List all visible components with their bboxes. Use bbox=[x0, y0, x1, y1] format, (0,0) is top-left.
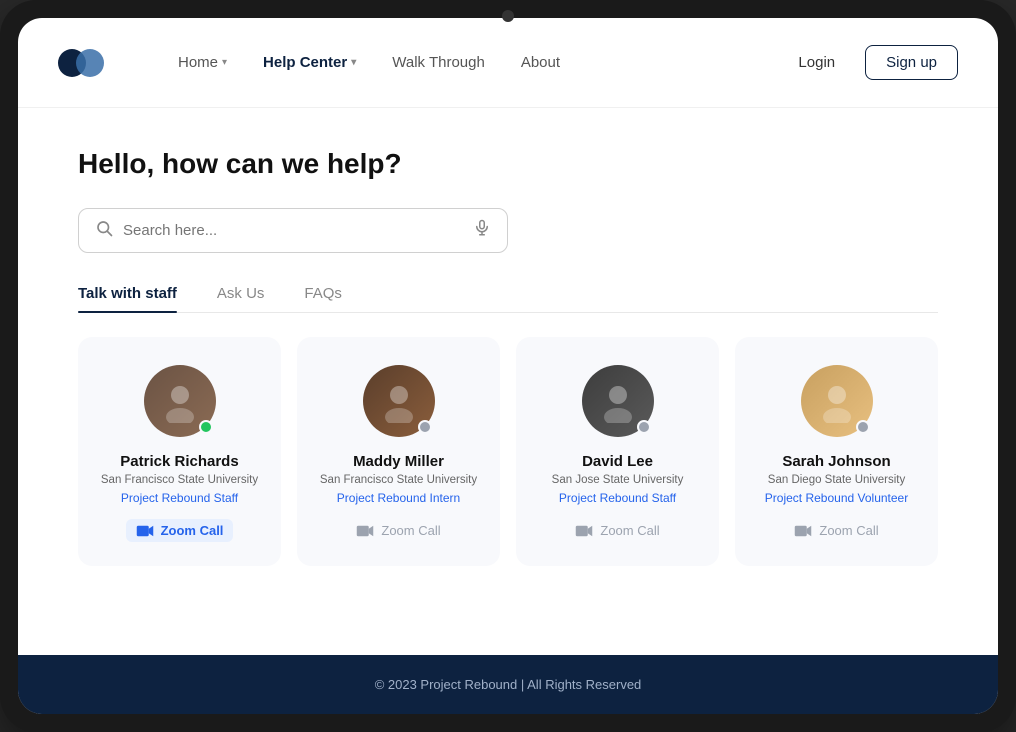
status-indicator bbox=[199, 420, 213, 434]
footer: © 2023 Project Rebound | All Rights Rese… bbox=[18, 655, 998, 714]
main-content: Hello, how can we help? bbox=[18, 108, 998, 655]
search-bar bbox=[78, 208, 508, 253]
staff-card-patrick: Patrick Richards San Francisco State Uni… bbox=[78, 337, 281, 566]
navbar: Home ▾ Help Center ▾ Walk Through About … bbox=[18, 18, 998, 108]
search-input[interactable] bbox=[123, 222, 473, 239]
nav-help-center-label: Help Center bbox=[263, 54, 347, 71]
staff-name: Patrick Richards bbox=[120, 453, 238, 470]
avatar-wrap bbox=[363, 365, 435, 437]
nav-about[interactable]: About bbox=[507, 46, 574, 79]
staff-card-david: David Lee San Jose State University Proj… bbox=[516, 337, 719, 566]
nav-actions: Login Sign up bbox=[780, 45, 958, 80]
avatar-wrap bbox=[144, 365, 216, 437]
staff-university: San Diego State University bbox=[768, 474, 905, 486]
tab-talk-with-staff[interactable]: Talk with staff bbox=[78, 285, 177, 312]
chevron-down-icon: ▾ bbox=[222, 57, 227, 68]
zoom-call-label: Zoom Call bbox=[819, 523, 878, 538]
staff-role: Project Rebound Staff bbox=[559, 491, 676, 505]
video-camera-icon bbox=[575, 524, 593, 538]
nav-links: Home ▾ Help Center ▾ Walk Through About bbox=[164, 46, 780, 79]
staff-card-sarah: Sarah Johnson San Diego State University… bbox=[735, 337, 938, 566]
logo-icon bbox=[58, 40, 104, 86]
staff-name: Sarah Johnson bbox=[782, 453, 890, 470]
staff-university: San Francisco State University bbox=[320, 474, 477, 486]
signup-button[interactable]: Sign up bbox=[865, 45, 958, 80]
status-indicator bbox=[637, 420, 651, 434]
nav-home-label: Home bbox=[178, 54, 218, 71]
footer-text: © 2023 Project Rebound | All Rights Rese… bbox=[58, 677, 958, 692]
search-icon bbox=[95, 219, 113, 242]
zoom-call-label: Zoom Call bbox=[600, 523, 659, 538]
mic-icon[interactable] bbox=[473, 219, 491, 242]
logo[interactable] bbox=[58, 40, 104, 86]
video-camera-icon bbox=[356, 524, 374, 538]
staff-role: Project Rebound Volunteer bbox=[765, 491, 908, 505]
zoom-call-button[interactable]: Zoom Call bbox=[126, 519, 234, 542]
staff-grid: Patrick Richards San Francisco State Uni… bbox=[78, 337, 938, 566]
staff-name: Maddy Miller bbox=[353, 453, 444, 470]
avatar-wrap bbox=[801, 365, 873, 437]
nav-home[interactable]: Home ▾ bbox=[164, 46, 241, 79]
staff-role: Project Rebound Intern bbox=[337, 491, 460, 505]
video-camera-icon bbox=[794, 524, 812, 538]
screen: Home ▾ Help Center ▾ Walk Through About … bbox=[18, 18, 998, 714]
hero-title: Hello, how can we help? bbox=[78, 148, 938, 180]
zoom-call-label: Zoom Call bbox=[161, 523, 224, 538]
nav-walkthrough[interactable]: Walk Through bbox=[378, 46, 499, 79]
staff-university: San Francisco State University bbox=[101, 474, 258, 486]
staff-role: Project Rebound Staff bbox=[121, 491, 238, 505]
tabs: Talk with staff Ask Us FAQs bbox=[78, 285, 938, 313]
zoom-call-button[interactable]: Zoom Call bbox=[565, 519, 669, 542]
staff-card-maddy: Maddy Miller San Francisco State Univers… bbox=[297, 337, 500, 566]
nav-help-center[interactable]: Help Center ▾ bbox=[249, 46, 370, 79]
tab-ask-us[interactable]: Ask Us bbox=[217, 285, 265, 312]
tab-faqs[interactable]: FAQs bbox=[304, 285, 342, 312]
nav-walkthrough-label: Walk Through bbox=[392, 54, 485, 71]
avatar-wrap bbox=[582, 365, 654, 437]
zoom-call-label: Zoom Call bbox=[381, 523, 440, 538]
staff-university: San Jose State University bbox=[552, 474, 684, 486]
status-indicator bbox=[856, 420, 870, 434]
status-indicator bbox=[418, 420, 432, 434]
video-camera-icon bbox=[136, 524, 154, 538]
zoom-call-button[interactable]: Zoom Call bbox=[784, 519, 888, 542]
chevron-down-icon: ▾ bbox=[351, 57, 356, 68]
logo-circle-right bbox=[76, 49, 104, 77]
staff-name: David Lee bbox=[582, 453, 653, 470]
device-frame: Home ▾ Help Center ▾ Walk Through About … bbox=[0, 0, 1016, 732]
nav-about-label: About bbox=[521, 54, 560, 71]
zoom-call-button[interactable]: Zoom Call bbox=[346, 519, 450, 542]
login-button[interactable]: Login bbox=[780, 46, 853, 79]
